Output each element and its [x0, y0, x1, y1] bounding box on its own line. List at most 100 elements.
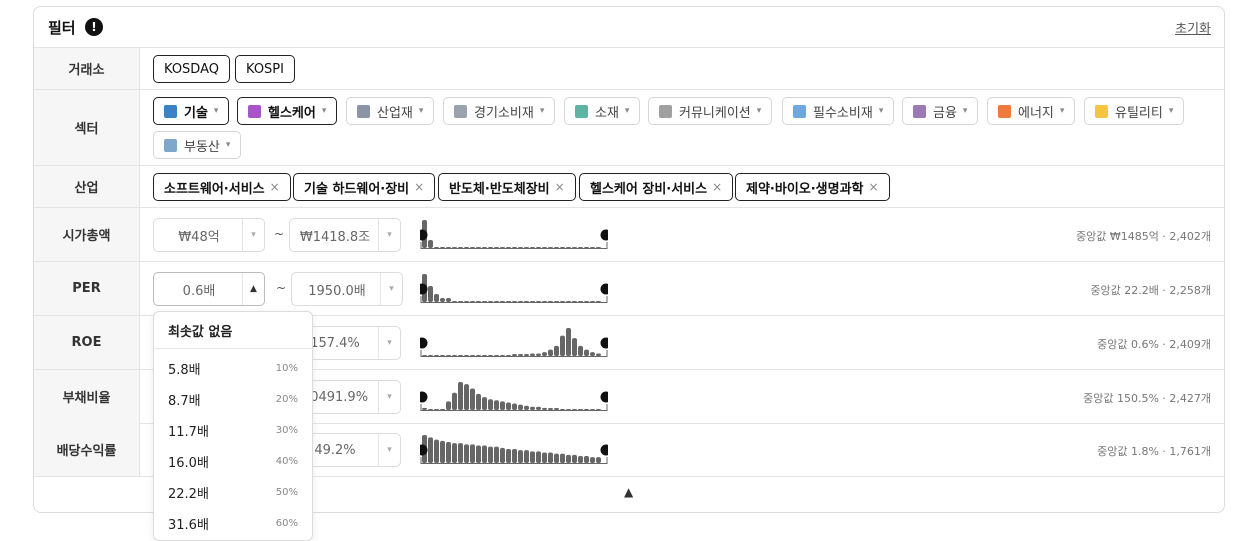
industry-chip[interactable]: 반도체·반도체장비 × — [438, 173, 576, 201]
industry-chip[interactable]: 소프트웨어·서비스 × — [153, 173, 291, 201]
sector-chip[interactable]: 금융 ▾ — [902, 97, 979, 125]
close-icon[interactable]: × — [414, 180, 424, 194]
histogram-bar — [548, 349, 553, 356]
distribution-histogram[interactable] — [420, 377, 608, 417]
range-label: 배당수익률 — [34, 423, 140, 476]
test-tube-icon — [575, 104, 588, 118]
histogram-bar — [500, 355, 505, 356]
max-slider-handle[interactable] — [600, 283, 609, 295]
histogram-bar — [440, 440, 445, 463]
chevron-down-icon[interactable]: ▾ — [378, 219, 400, 251]
industry-chip[interactable]: 제약·바이오·생명과학 × — [735, 173, 890, 201]
histogram-bar — [494, 446, 499, 463]
histogram-bar — [434, 355, 439, 356]
exchange-chip-kospi[interactable]: KOSPI — [235, 55, 295, 83]
histogram-bar — [578, 247, 583, 248]
histogram-bar — [578, 301, 583, 302]
medical-book-icon — [248, 104, 261, 118]
max-slider-handle[interactable] — [600, 229, 609, 241]
min-input[interactable]: ₩48억 ▾ — [153, 218, 265, 252]
histogram-bar — [488, 247, 493, 248]
reset-button[interactable]: 초기화 — [1175, 18, 1211, 37]
dropdown-option-none[interactable]: 최솟값 없음 — [154, 312, 312, 349]
histogram-bar — [572, 338, 577, 356]
dropdown-option[interactable]: 31.6배 60% — [154, 508, 312, 539]
option-percentile: 50% — [275, 487, 298, 498]
flame-icon — [998, 104, 1011, 118]
distribution-histogram[interactable] — [420, 269, 608, 309]
chip-label: 유틸리티 — [1115, 105, 1163, 121]
dropdown-option[interactable]: 16.0배 40% — [154, 446, 312, 477]
collapse-icon[interactable]: ▲ — [624, 485, 633, 499]
dropdown-option[interactable]: 8.7배 20% — [154, 384, 312, 415]
histogram-bar — [554, 301, 559, 302]
dropdown-option[interactable]: 5.8배 10% — [154, 353, 312, 384]
chevron-down-icon: ▾ — [213, 106, 219, 116]
distribution-histogram[interactable] — [420, 430, 608, 470]
sector-chip[interactable]: 부동산 ▾ — [153, 131, 242, 159]
histogram-bar — [506, 247, 511, 248]
dropdown-option[interactable]: 22.2배 50% — [154, 477, 312, 508]
chip-label: 제약·바이오·생명과학 — [746, 181, 864, 197]
chevron-down-icon: ▾ — [624, 106, 630, 116]
histogram-bar — [578, 409, 583, 410]
histogram-bar — [440, 355, 445, 356]
max-slider-handle[interactable] — [600, 391, 609, 403]
chevron-down-icon: ▾ — [539, 106, 545, 116]
sector-chip[interactable]: 필수소비재 ▾ — [782, 97, 895, 125]
histogram-bar — [536, 451, 541, 463]
max-slider-handle[interactable] — [600, 444, 609, 456]
chevron-up-icon[interactable]: ▲ — [242, 273, 264, 305]
histogram-bar — [428, 437, 433, 463]
max-input[interactable]: 1950.0배 ▾ — [291, 272, 403, 306]
info-icon[interactable]: ! — [85, 18, 103, 36]
laptop-icon — [164, 104, 177, 118]
close-icon[interactable]: × — [869, 180, 879, 194]
sector-chip[interactable]: 헬스케어 ▾ — [237, 97, 338, 125]
min-input[interactable]: 0.6배 ▲ — [153, 272, 265, 306]
close-icon[interactable]: × — [555, 180, 565, 194]
distribution-histogram[interactable] — [420, 215, 608, 255]
sector-chip[interactable]: 경기소비재 ▾ — [443, 97, 556, 125]
max-slider-handle[interactable] — [600, 337, 609, 349]
min-slider-handle[interactable] — [420, 391, 428, 403]
histogram-bar — [476, 393, 481, 410]
distribution-histogram[interactable] — [420, 323, 608, 363]
sector-chip[interactable]: 소재 ▾ — [564, 97, 641, 125]
chevron-down-icon[interactable]: ▾ — [242, 219, 264, 251]
chip-label: 헬스케어 장비·서비스 — [590, 181, 708, 197]
industry-chip[interactable]: 헬스케어 장비·서비스 × — [579, 173, 734, 201]
sector-chip[interactable]: 유틸리티 ▾ — [1084, 97, 1185, 125]
min-value: ₩48억 — [178, 229, 220, 245]
close-icon[interactable]: × — [270, 180, 280, 194]
chevron-down-icon: ▾ — [225, 140, 231, 150]
close-icon[interactable]: × — [712, 180, 722, 194]
min-slider-handle[interactable] — [420, 337, 428, 349]
sector-chip[interactable]: 산업재 ▾ — [346, 97, 435, 125]
industry-chip[interactable]: 기술 하드웨어·장비 × — [293, 173, 436, 201]
dropdown-option[interactable]: 11.7배 30% — [154, 415, 312, 446]
per-min-dropdown: 최솟값 없음 5.8배 10% 8.7배 20% 11.7배 30% 16.0배 40% 22.… — [153, 311, 313, 541]
histogram-bar — [512, 301, 517, 302]
histogram-bar — [494, 247, 499, 248]
max-input[interactable]: ₩1418.8조 ▾ — [289, 218, 401, 252]
chevron-down-icon[interactable]: ▾ — [380, 273, 402, 305]
sector-chip[interactable]: 기술 ▾ — [153, 97, 230, 125]
histogram-bar — [512, 449, 517, 463]
histogram-bar — [434, 439, 439, 463]
histogram-bar — [476, 247, 481, 248]
histogram-bar — [512, 247, 517, 248]
sector-chip[interactable]: 에너지 ▾ — [987, 97, 1076, 125]
histogram-bar — [482, 397, 487, 410]
chevron-down-icon[interactable]: ▾ — [378, 434, 400, 466]
exchange-chip-kosdaq[interactable]: KOSDAQ — [153, 55, 230, 83]
chevron-down-icon[interactable]: ▾ — [378, 381, 400, 413]
histogram-bar — [434, 294, 439, 302]
option-value: 22.2배 — [168, 487, 209, 502]
chevron-down-icon[interactable]: ▾ — [378, 327, 400, 359]
sector-chip[interactable]: 커뮤니케이션 ▾ — [648, 97, 773, 125]
histogram-bar — [506, 449, 511, 463]
histogram-bar — [530, 247, 535, 248]
histogram-bar — [494, 301, 499, 302]
filter-title: 필터 — [48, 19, 76, 37]
